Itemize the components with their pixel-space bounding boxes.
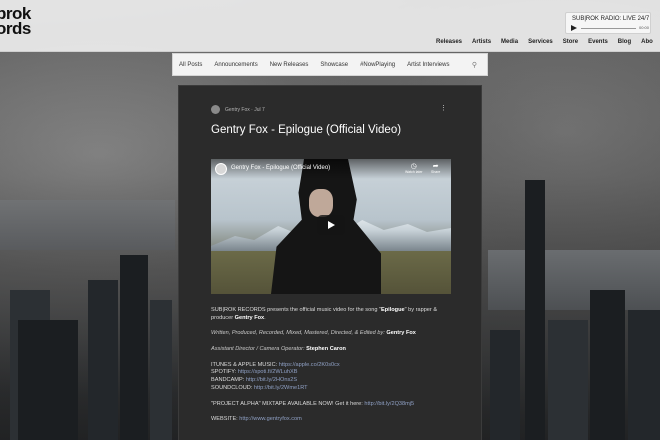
radio-time: 00:00 [639,25,650,30]
background-building [490,330,520,440]
nav-item-events[interactable]: Events [588,39,608,45]
nav-item-blog[interactable]: Blog [618,39,631,45]
producer-name: Gentry Fox [234,314,265,321]
spotify-link[interactable]: https://spoti.fi/2WLuhXB [238,369,298,375]
play-button[interactable] [317,215,345,235]
share-icon: ➦ [432,163,439,170]
radio-player: SUB|ROK RADIO: LIVE 24/7 00:00 [565,12,651,34]
blog-category-bar: All Posts Announcements New Releases Sho… [172,53,488,76]
link-label: SOUNDCLOUD: [211,384,254,391]
play-icon[interactable] [571,25,577,31]
video-frame-face [309,189,333,217]
background-water-left [0,200,175,250]
website-link[interactable]: http://www.gentryfox.com [239,416,302,422]
author-avatar[interactable] [211,105,220,114]
blog-post-card: Gentry Fox · Jul 7 ⋮ Gentry Fox - Epilog… [178,85,482,440]
link-label: BANDCAMP: [211,377,246,384]
itunes-link[interactable]: https://apple.co/2K0s0cx [279,362,340,368]
category-announcements[interactable]: Announcements [214,62,257,68]
background-building [525,180,545,440]
video-embed[interactable]: Gentry Fox - Epilogue (Official Video) ◷… [211,159,451,294]
assistant-label: Assistant Director / Camera Operator: [211,345,307,352]
intro-text: producer [211,314,235,321]
soundcloud-link[interactable]: http://bit.ly/2Wme1RT [254,385,308,391]
main-nav: Releases Artists Media Services Store Ev… [436,39,653,45]
assistant-paragraph: Assistant Director / Camera Operator: St… [211,346,456,354]
intro-text: . [264,314,266,321]
credits-paragraph: Written, Produced, Recorded, Mixed, Mast… [211,330,456,338]
background-building [120,255,148,440]
mixtape-link[interactable]: http://bit.ly/2Q38mj5 [364,401,414,407]
category-artist-interviews[interactable]: Artist Interviews [407,62,449,68]
post-meta: Gentry Fox · Jul 7 [225,107,265,113]
nav-item-store[interactable]: Store [563,39,578,45]
intro-paragraph: SUB|ROK RECORDS presents the official mu… [211,307,456,323]
share-button[interactable]: ➦ Share [431,162,440,174]
background-water-right [488,250,660,310]
nav-item-releases[interactable]: Releases [436,39,462,45]
nav-item-artists[interactable]: Artists [472,39,491,45]
mixtape-label: "PROJECT ALPHA" MIXTAPE AVAILABLE NOW! G… [211,400,365,407]
background-building [18,320,78,440]
radio-progress-bar[interactable] [581,28,636,29]
song-name: Epilogue [380,307,405,313]
radio-title: SUB|ROK RADIO: LIVE 24/7 [572,16,650,22]
category-new-releases[interactable]: New Releases [270,62,309,68]
link-label: ITUNES & APPLE MUSIC: [211,361,279,368]
author-name[interactable]: Gentry Fox [225,107,250,113]
site-logo[interactable]: brok ords [0,5,31,38]
background-building [548,320,588,440]
link-label: SPOTIFY: [211,369,238,376]
background-building [628,310,660,440]
watch-later-label: Watch later [405,170,423,174]
intro-text: SUB|ROK RECORDS presents the official mu… [211,307,381,313]
post-body: SUB|ROK RECORDS presents the official mu… [211,307,456,432]
intro-text: " by rapper & [404,307,438,313]
background-building [590,290,625,440]
logo-text-line2: ords [0,19,31,38]
category-showcase[interactable]: Showcase [320,62,348,68]
website-label: WEBSITE: [211,416,240,423]
nav-item-media[interactable]: Media [501,39,518,45]
clock-icon: ◷ [410,163,417,170]
post-title: Gentry Fox - Epilogue (Official Video) [211,124,402,136]
bandcamp-link[interactable]: http://bit.ly/2HOns2S [246,377,297,383]
background-building [150,300,172,440]
watch-later-button[interactable]: ◷ Watch later [405,162,423,174]
site-header: brok ords SUB|ROK RADIO: LIVE 24/7 00:00… [0,0,660,52]
channel-avatar[interactable] [215,163,227,175]
mixtape-paragraph: "PROJECT ALPHA" MIXTAPE AVAILABLE NOW! G… [211,401,456,409]
search-icon[interactable]: ⚲ [472,61,477,69]
background-building [88,280,118,440]
assistant-name: Stephen Caron [306,345,346,352]
category-nowplaying[interactable]: #NowPlaying [360,62,395,68]
post-date: Jul 7 [254,107,265,113]
website-paragraph: WEBSITE: http://www.gentryfox.com [211,416,456,424]
more-options-icon[interactable]: ⋮ [440,104,447,112]
streaming-links: ITUNES & APPLE MUSIC: https://apple.co/2… [211,362,456,393]
category-all-posts[interactable]: All Posts [179,62,202,68]
share-label: Share [431,170,441,174]
credits-label: Written, Produced, Recorded, Mixed, Mast… [211,330,387,337]
nav-item-about[interactable]: Abo [641,39,653,45]
video-title[interactable]: Gentry Fox - Epilogue (Official Video) [231,165,330,171]
nav-item-services[interactable]: Services [528,39,553,45]
credits-name: Gentry Fox [386,330,416,337]
